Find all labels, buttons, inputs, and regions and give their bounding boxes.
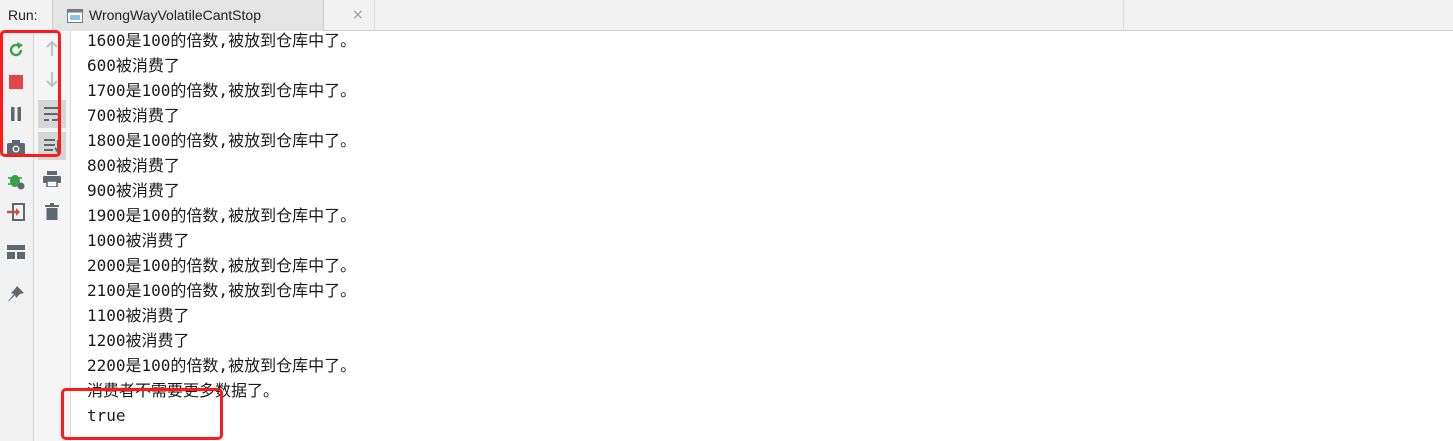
console-line: 1700是100的倍数,被放到仓库中了。 bbox=[87, 81, 357, 100]
console-output[interactable]: 1600是100的倍数,被放到仓库中了。 600被消费了 1700是100的倍数… bbox=[87, 31, 1437, 441]
print-icon[interactable] bbox=[41, 168, 63, 190]
trash-icon[interactable] bbox=[41, 200, 63, 222]
console-line: 900被消费了 bbox=[87, 181, 180, 200]
run-toolbar-header: Run: WrongWayVolatileCantStop × bbox=[0, 0, 1453, 31]
console-line: 1600是100的倍数,被放到仓库中了。 bbox=[87, 31, 357, 50]
exit-icon[interactable] bbox=[5, 201, 27, 223]
run-tab-title: WrongWayVolatileCantStop bbox=[89, 7, 261, 23]
console-line: 2000是100的倍数,被放到仓库中了。 bbox=[87, 256, 357, 275]
annotation-box-output bbox=[61, 388, 223, 440]
console-line: 1100被消费了 bbox=[87, 306, 190, 325]
console-line: 700被消费了 bbox=[87, 106, 180, 125]
debug-settings-icon[interactable] bbox=[5, 170, 27, 192]
console-line: 600被消费了 bbox=[87, 56, 180, 75]
run-tab[interactable]: WrongWayVolatileCantStop × bbox=[52, 0, 364, 31]
console-line: 1200被消费了 bbox=[87, 331, 190, 350]
layout-icon[interactable] bbox=[5, 241, 27, 263]
annotation-box-toolbar bbox=[0, 30, 61, 157]
console-line: 1900是100的倍数,被放到仓库中了。 bbox=[87, 206, 357, 225]
console-line: 800被消费了 bbox=[87, 156, 180, 175]
console-line: 1000被消费了 bbox=[87, 231, 190, 250]
console-line: 1800是100的倍数,被放到仓库中了。 bbox=[87, 131, 357, 150]
header-divider bbox=[1123, 0, 1124, 31]
console-line: 2100是100的倍数,被放到仓库中了。 bbox=[87, 281, 357, 300]
header-divider bbox=[374, 0, 375, 31]
pin-icon[interactable] bbox=[5, 283, 27, 305]
close-icon[interactable]: × bbox=[352, 7, 364, 23]
console-line: 2200是100的倍数,被放到仓库中了。 bbox=[87, 356, 357, 375]
run-label: Run: bbox=[8, 7, 38, 23]
console-window-icon bbox=[67, 8, 83, 23]
